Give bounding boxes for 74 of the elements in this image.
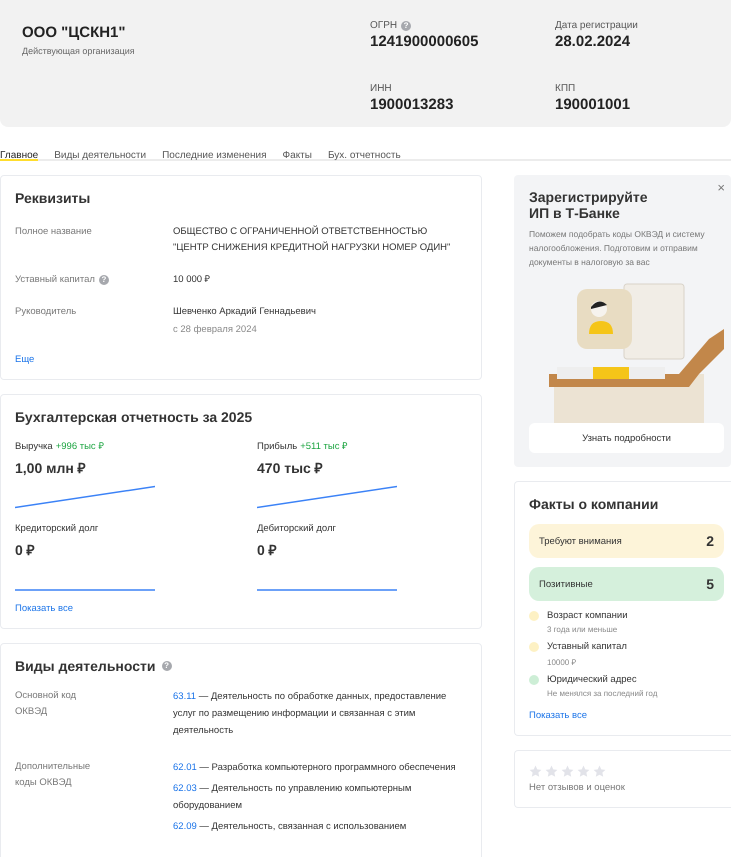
summary-count: 2 (706, 533, 714, 549)
okved-description: 62.01 — Разработка компьютерного программного обеспечения (173, 761, 457, 775)
tab[interactable]: Последние изменения (162, 127, 267, 161)
help-icon[interactable]: ? (162, 661, 172, 671)
card-title: Виды деятельности (15, 658, 156, 674)
fact-note: 10000 ₽ (547, 657, 578, 667)
card-title: Факты о компании (529, 496, 660, 512)
metric-change: +996 тыс ₽ (56, 441, 104, 452)
metric-label: Прибыль (257, 441, 298, 452)
row-value: Шевченко Аркадий Геннадьевич (173, 305, 317, 319)
metric-label: Кредиторский долг (15, 523, 98, 534)
tab[interactable]: Виды деятельности (54, 127, 146, 161)
summary-label: Требуют внимания (539, 536, 622, 546)
field-label: Дата регистрации (555, 20, 638, 31)
metric-value: 0 ₽ (257, 541, 278, 559)
fact-title: Уставный капитал (547, 641, 627, 652)
row-label: Дополнительные коды ОКВЭД (15, 760, 92, 790)
show-all-link[interactable]: Показать все (15, 603, 73, 614)
row-label: Руководитель (15, 305, 76, 319)
metric-value: 1,00 млн ₽ (15, 459, 87, 477)
tab[interactable]: Главное (0, 127, 38, 161)
help-icon[interactable]: ? (401, 20, 412, 30)
okved-description: 63.11 — Деятельность по обработке данных, предоставление услуг по размещению информации и связанная с этим деятельность (173, 690, 448, 738)
fact-note: Не менялся за последний год (547, 689, 658, 698)
promo-text: Поможем подобрать коды ОКВЭД и систему налогообложения. Подготовим и отправим документы в налоговую за вас (529, 228, 706, 269)
metric-label: Дебиторский долг (257, 523, 336, 534)
facts-summary[interactable]: Требуют внимания 2 (529, 524, 724, 558)
field-value: 190001001 (555, 96, 632, 113)
okved-description: 62.09 — Деятельность, связанная с использованием (173, 820, 408, 834)
row-value: ОБЩЕСТВО С ОГРАНИЧЕННОЙ ОТВЕТСТВЕННОСТЬЮ "ЦЕНТР СНИЖЕНИЯ КРЕДИТНОЙ НАГРУЗКИ НОМЕР ОДИН" (173, 224, 452, 255)
field-label: ИНН (370, 83, 392, 94)
more-link[interactable]: Еще (15, 354, 34, 365)
summary-count: 5 (706, 576, 714, 592)
fact-title: Юридический адрес (547, 674, 638, 685)
field-value: 28.02.2024 (555, 33, 632, 50)
row-label: Уставный капитал (15, 273, 95, 287)
help-icon[interactable]: ? (98, 275, 109, 285)
fact-title: Возраст компании (547, 610, 628, 621)
field-label: ОГРН (370, 20, 398, 31)
row-label: Основной код ОКВЭД (15, 689, 78, 719)
fact-note: 3 года или меньше (547, 625, 618, 634)
star-icon (545, 765, 558, 778)
tab[interactable]: Бух. отчетность (328, 127, 401, 161)
facts-summary[interactable]: Позитивные 5 (529, 567, 724, 601)
row-value: 10 000 ₽ (173, 273, 212, 287)
row-label: Полное название (15, 225, 92, 239)
metric-change: +511 тыс ₽ (300, 441, 348, 452)
reviews-text: Нет отзывов и оценок (529, 782, 626, 793)
details-button[interactable]: Узнать подробности (529, 423, 724, 453)
field-value: 1241900000605 (370, 33, 480, 50)
field-value: 1900013283 (370, 96, 454, 113)
summary-label: Позитивные (539, 578, 593, 590)
promo-title: Зарегистрируйте ИП в Т-Банке (529, 189, 649, 221)
row-note: с 28 февраля 2024 (173, 323, 258, 337)
field-label: КПП (555, 83, 576, 94)
star-icon (593, 765, 606, 778)
okved-code-link[interactable]: 63.11 (173, 691, 196, 702)
company-status: Действующая организация (22, 46, 136, 56)
okved-code-link[interactable]: 62.09 (173, 821, 197, 832)
company-name: ООО "ЦСКН1" (22, 24, 127, 41)
card-title: Бухгалтерская отчетность за 2025 (15, 409, 254, 425)
okved-code-link[interactable]: 62.03 (173, 783, 197, 794)
metric-label: Выручка (15, 441, 53, 452)
close-button[interactable]: × (715, 181, 727, 195)
show-all-link[interactable]: Показать все (529, 710, 587, 721)
star-icon (561, 765, 574, 778)
star-icon (529, 765, 542, 778)
okved-code-link[interactable]: 62.01 (173, 762, 197, 773)
metric-value: 470 тыс ₽ (257, 459, 324, 477)
card-title: Реквизиты (15, 190, 92, 206)
tab[interactable]: Факты (282, 127, 312, 161)
okved-description: 62.03 — Деятельность по управлению компьютерным оборудованием (173, 782, 412, 813)
metric-value: 0 ₽ (15, 541, 36, 559)
star-icon (577, 765, 590, 778)
